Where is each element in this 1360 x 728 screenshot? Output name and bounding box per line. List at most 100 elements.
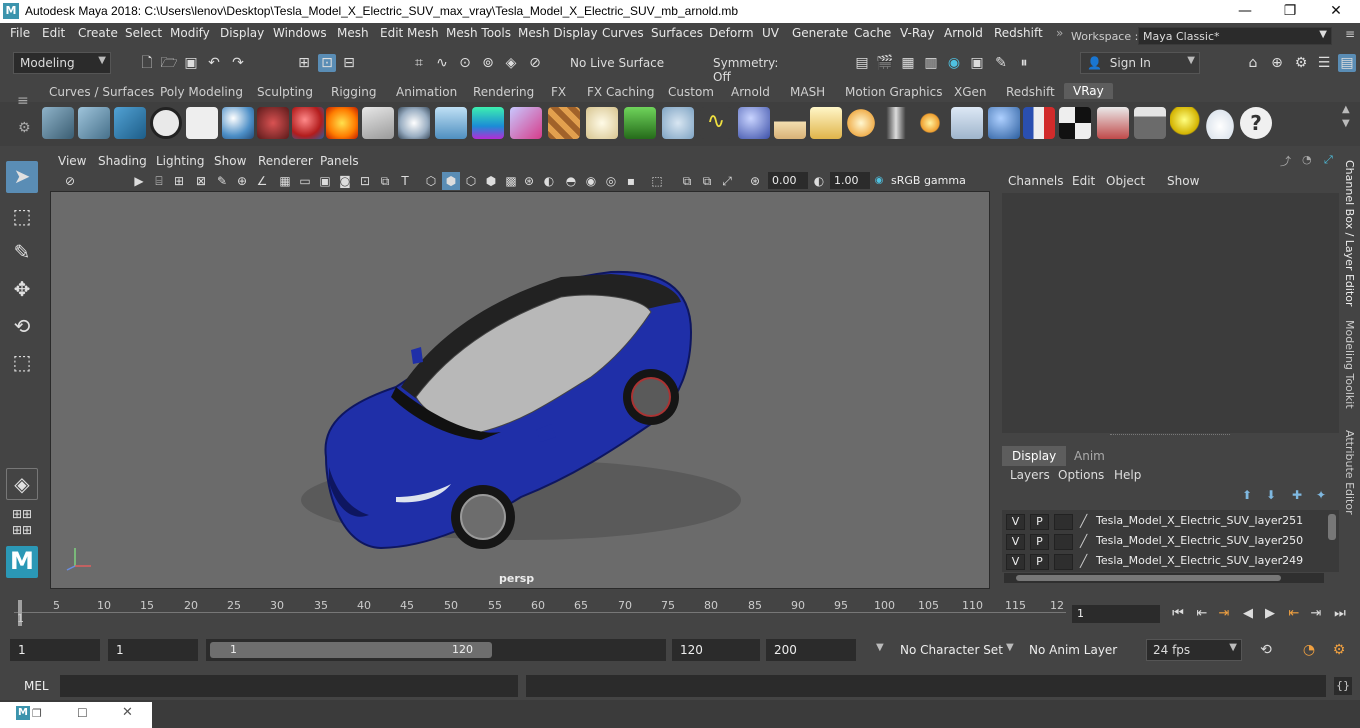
workspace-select[interactable]: Maya Classic* ▼ xyxy=(1138,27,1332,45)
playback-start-field[interactable]: 1 xyxy=(108,639,198,661)
shelf-tab-fx[interactable]: FX xyxy=(551,85,566,99)
channel-box-speed-icon[interactable]: ◔ xyxy=(1302,153,1312,166)
hud-icon[interactable]: T xyxy=(396,172,414,190)
help-icon[interactable]: ? xyxy=(1240,107,1272,139)
shelf-tab-rigging[interactable]: Rigging xyxy=(331,85,376,99)
close-button[interactable]: ✕ xyxy=(1313,0,1359,23)
vray-vfb-icon[interactable] xyxy=(1097,107,1129,139)
menu-mesh-tools[interactable]: Mesh Tools xyxy=(446,26,511,40)
menu-edit[interactable]: Edit xyxy=(42,26,65,40)
select-tool-icon[interactable]: ➤ xyxy=(6,161,38,193)
vray-env-fog-icon[interactable] xyxy=(472,107,504,139)
bookmark-icon[interactable]: ⌸ xyxy=(150,172,168,190)
shelf-tab-custom[interactable]: Custom xyxy=(668,85,714,99)
menu-curves[interactable]: Curves xyxy=(602,26,644,40)
exposure-field[interactable]: 0.00 xyxy=(768,172,808,189)
layer-playback-toggle[interactable]: P xyxy=(1030,554,1049,570)
maximize-button[interactable]: ❐ xyxy=(1267,0,1313,23)
shelf-tab-poly-modeling[interactable]: Poly Modeling xyxy=(160,85,243,99)
snap-surface-icon[interactable]: ◈ xyxy=(502,54,520,72)
viewport-menu-renderer[interactable]: Renderer xyxy=(258,154,313,168)
layer-visibility-toggle[interactable]: V xyxy=(1006,554,1025,570)
vray-curve-icon[interactable]: ∿ xyxy=(700,107,732,139)
vray-dome-light-icon[interactable] xyxy=(586,107,618,139)
gamma-field[interactable]: 1.00 xyxy=(830,172,870,189)
shadows-icon[interactable]: ⊛ xyxy=(520,172,538,190)
vray-checker-icon[interactable] xyxy=(1059,107,1091,139)
field-chart-icon[interactable]: ◙ xyxy=(336,172,354,190)
layer-row[interactable]: V P ╱ Tesla_Model_X_Electric_SUV_layer25… xyxy=(1002,531,1324,551)
layer-playback-toggle[interactable]: P xyxy=(1030,534,1049,550)
side-tab-modeling-toolkit[interactable]: Modeling Toolkit xyxy=(1343,320,1356,409)
character-set-label[interactable]: No Character Set xyxy=(900,643,1003,657)
menu-cache[interactable]: Cache xyxy=(854,26,891,40)
render-globals-icon[interactable]: ▣ xyxy=(968,54,986,72)
select-hierarchy-icon[interactable]: ⊞ xyxy=(295,54,313,72)
menu-set-dropdown[interactable]: Modeling ▼ xyxy=(13,52,111,74)
hypershade-icon[interactable]: ◉ xyxy=(945,54,963,72)
menu-display[interactable]: Display xyxy=(220,26,264,40)
layer-hscroll-thumb[interactable] xyxy=(1016,575,1281,581)
render-frame-icon[interactable]: 🎬 xyxy=(876,54,894,72)
ipr-render-icon[interactable]: ▦ xyxy=(899,54,917,72)
render-settings-icon[interactable]: ▤ xyxy=(853,54,871,72)
menu-file[interactable]: File xyxy=(10,26,30,40)
loop-icon[interactable]: ⟲ xyxy=(1257,641,1275,659)
vray-fire-icon[interactable] xyxy=(326,107,358,139)
image-plane-icon[interactable]: ⊞ xyxy=(170,172,188,190)
vray-physical-camera-icon[interactable] xyxy=(257,107,289,139)
live-surface-field[interactable]: No Live Surface xyxy=(563,52,683,74)
shelf-settings-icon[interactable]: ⚙ xyxy=(18,120,31,136)
redo-icon[interactable]: ↷ xyxy=(229,54,247,72)
viewport-menu-lighting[interactable]: Lighting xyxy=(156,154,205,168)
attribute-editor-icon[interactable]: ⊕ xyxy=(1268,54,1286,72)
shelf-tab-motion-graphics[interactable]: Motion Graphics xyxy=(845,85,943,99)
lasso-tool-icon[interactable]: ⬚ xyxy=(6,201,38,233)
vray-sun-icon[interactable] xyxy=(738,107,770,139)
snap-point-icon[interactable]: ⊙ xyxy=(456,54,474,72)
backface-culling-icon[interactable]: ⤢ xyxy=(718,172,736,190)
chevron-down-icon[interactable]: ▼ xyxy=(1006,642,1014,653)
layer-menu-options[interactable]: Options xyxy=(1058,468,1104,482)
vray-material-icon[interactable] xyxy=(222,107,254,139)
channel-box-menu-object[interactable]: Object xyxy=(1106,174,1145,188)
vray-clipper-icon[interactable] xyxy=(662,107,694,139)
channel-box-attr-icon[interactable]: ⤴ xyxy=(1280,153,1291,169)
layer-menu-help[interactable]: Help xyxy=(1114,468,1141,482)
open-scene-icon[interactable]: 🗁 xyxy=(160,54,178,72)
render-view-icon[interactable]: ▥ xyxy=(922,54,940,72)
command-input[interactable] xyxy=(60,675,518,697)
gate-mask-icon[interactable]: ▣ xyxy=(316,172,334,190)
move-tool-icon[interactable]: ✥ xyxy=(6,274,38,306)
vray-sunlight-icon[interactable] xyxy=(914,107,946,139)
four-view-layout-icon[interactable]: ⊞⊞ ⊞⊞ xyxy=(6,506,38,538)
vray-mtl-icon[interactable] xyxy=(292,107,324,139)
layer-row[interactable]: V P ╱ Tesla_Model_X_Electric_SUV_layer25… xyxy=(1002,511,1324,531)
go-to-start-icon[interactable]: ⏮ xyxy=(1168,604,1188,624)
menu-edit-mesh[interactable]: Edit Mesh xyxy=(380,26,439,40)
wireframe-on-shaded-icon[interactable]: ⬡ xyxy=(462,172,480,190)
layer-name[interactable]: Tesla_Model_X_Electric_SUV_layer249 xyxy=(1096,554,1303,567)
workspace-menu-icon[interactable]: ≡ xyxy=(1341,27,1359,45)
vray-render-elements-icon[interactable] xyxy=(1023,107,1055,139)
layer-display-type[interactable] xyxy=(1054,514,1073,530)
xray-components-icon[interactable]: ⧉ xyxy=(698,172,716,190)
step-back-key-icon[interactable]: ⇥ xyxy=(1214,604,1234,624)
scale-tool-icon[interactable]: ⬚ xyxy=(6,347,38,379)
shelf-tab-arnold[interactable]: Arnold xyxy=(731,85,770,99)
time-slider[interactable]: 1 5 10 15 20 25 30 35 40 45 50 55 60 65 … xyxy=(14,598,1066,628)
new-layer-icon[interactable]: ✚ xyxy=(1292,488,1302,502)
xray-icon[interactable]: ⬚ xyxy=(648,172,666,190)
menu-uv[interactable]: UV xyxy=(762,26,779,40)
layer-list-scrollbar[interactable] xyxy=(1328,514,1336,540)
exposure-icon[interactable]: ⊛ xyxy=(746,172,764,190)
screen-space-ao-icon[interactable]: ◐ xyxy=(540,172,558,190)
film-gate-icon[interactable]: ∠ xyxy=(253,172,271,190)
single-perspective-layout-icon[interactable]: ◈ xyxy=(6,468,38,500)
minimize-button[interactable]: — xyxy=(1222,0,1268,23)
safe-action-icon[interactable]: ⊡ xyxy=(356,172,374,190)
layer-tab-anim[interactable]: Anim xyxy=(1064,446,1115,466)
viewport-menu-show[interactable]: Show xyxy=(214,154,246,168)
move-layer-up-icon[interactable]: ⬆ xyxy=(1242,488,1252,502)
playback-end-field[interactable]: 120 xyxy=(672,639,760,661)
